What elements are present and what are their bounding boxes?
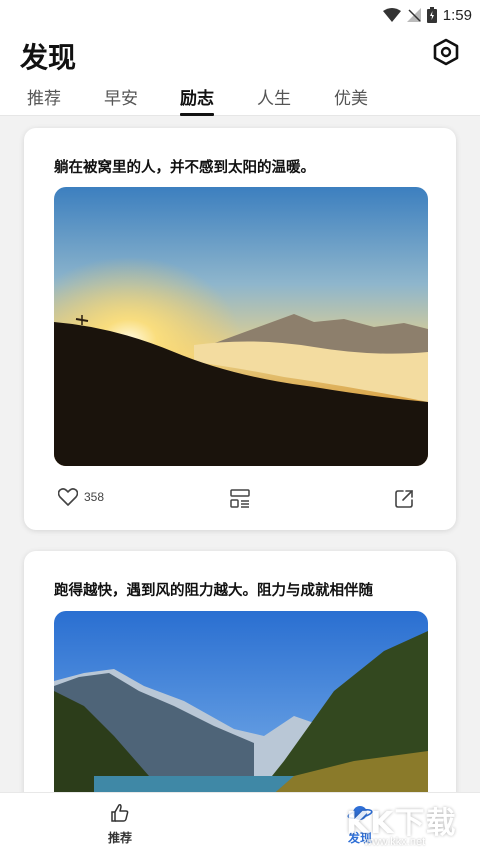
nav-recommend[interactable]: 推荐: [90, 803, 150, 846]
wifi-icon: [382, 8, 401, 22]
tab-recommend[interactable]: 推荐: [26, 84, 62, 116]
settings-hex-icon: [433, 38, 459, 66]
card-actions: 358: [54, 488, 428, 514]
tab-beautiful[interactable]: 优美: [333, 84, 369, 116]
page-title: 发现: [20, 41, 77, 74]
detail-button[interactable]: [230, 489, 250, 513]
header: 发现 推荐 早安 励志 人生 优美: [0, 30, 480, 116]
status-icons: 1:59: [382, 4, 472, 26]
sunset-image-graphic: [54, 187, 428, 466]
category-tabs: 推荐 早安 励志 人生 优美: [0, 84, 480, 116]
status-time: 1:59: [442, 6, 472, 24]
share-button[interactable]: [394, 489, 414, 513]
like-button[interactable]: 358: [58, 488, 104, 506]
tab-morning[interactable]: 早安: [103, 84, 139, 116]
sunset-over-clouds-photo[interactable]: [54, 187, 428, 466]
mountain-image-graphic: [54, 611, 428, 811]
battery-icon: [426, 7, 437, 23]
card-quote-text: 躺在被窝里的人，并不感到太阳的温暖。: [54, 159, 315, 176]
watermark: KK下载 www.kkx.net: [334, 798, 474, 850]
tab-life[interactable]: 人生: [256, 84, 292, 116]
settings-button[interactable]: [432, 38, 460, 66]
layout-detail-icon: [230, 489, 250, 508]
quote-card[interactable]: 跑得越快，遇到风的阻力越大。阻力与成就相伴随: [24, 551, 456, 811]
mountain-lake-photo[interactable]: [54, 611, 428, 811]
like-count: 358: [84, 490, 105, 504]
share-icon: [395, 490, 413, 508]
thumbs-up-icon: [111, 804, 129, 822]
heart-icon: [58, 488, 78, 506]
card-quote-text: 跑得越快，遇到风的阻力越大。阻力与成就相伴随: [54, 582, 373, 599]
tab-inspiration[interactable]: 励志: [179, 84, 215, 116]
watermark-url: www.kkx.net: [364, 836, 426, 848]
nav-recommend-label: 推荐: [107, 831, 132, 845]
active-tab-indicator: [180, 113, 214, 116]
no-signal-icon: [406, 8, 421, 22]
status-bar: 1:59: [0, 0, 480, 30]
quote-card[interactable]: 躺在被窝里的人，并不感到太阳的温暖。 358: [24, 128, 456, 530]
